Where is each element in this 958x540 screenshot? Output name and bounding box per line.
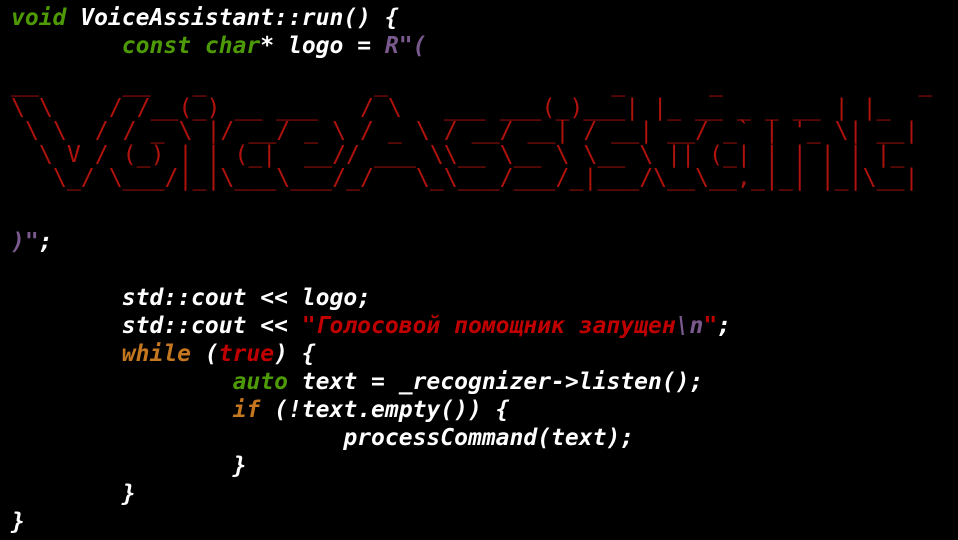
raw-string-close: )" — [11, 229, 39, 255]
code-line-while: while (true) { — [11, 340, 316, 368]
code-line-function-close: } — [11, 508, 25, 536]
closing-brace: } — [232, 453, 247, 479]
keyword-char: char — [204, 33, 261, 59]
closing-brace: } — [121, 481, 136, 507]
string-literal: "Голосовой помощник запущен — [301, 313, 676, 339]
semicolon: ; — [38, 229, 53, 255]
code-line-if-close: } — [11, 452, 247, 480]
ascii-art-banner: __ __ _ _ _ _ _ \ \ / /__(_) __ ___ / \ … — [11, 70, 933, 192]
code-line-logo-declaration: const char* logo = R"( — [11, 32, 427, 60]
semicolon: ; — [717, 313, 732, 339]
paren-open: ( — [191, 341, 219, 367]
function-signature-text: VoiceAssistant::run() { — [66, 5, 399, 31]
keyword-auto: auto — [232, 369, 288, 395]
literal-true: true — [218, 341, 275, 367]
cout-prefix: std::cout << — [121, 313, 302, 339]
raw-string-open: R"( — [384, 33, 427, 59]
code-line-cout-message: std::cout << "Голосовой помощник запущен… — [11, 312, 731, 340]
if-condition: (!text.empty()) { — [260, 397, 510, 423]
code-line-function-signature: void VoiceAssistant::run() { — [11, 4, 399, 32]
closing-brace: } — [11, 509, 25, 535]
code-line-if: if (!text.empty()) { — [11, 396, 510, 424]
escape-sequence: \n — [675, 313, 704, 339]
code-line-raw-string-close: )"; — [11, 228, 53, 256]
auto-text-statement: text = _recognizer->listen(); — [287, 369, 704, 395]
paren-close-brace: ) { — [274, 341, 316, 367]
cout-logo-text: std::cout << logo; — [121, 285, 372, 311]
code-line-process-command: processCommand(text); — [11, 424, 634, 452]
code-line-cout-logo: std::cout << logo; — [11, 284, 371, 312]
logo-declaration-text: * logo = — [260, 33, 385, 59]
keyword-if: if — [232, 397, 261, 423]
code-line-auto-text: auto text = _recognizer->listen(); — [11, 368, 704, 396]
keyword-void: void — [11, 5, 67, 31]
code-line-while-close: } — [11, 480, 136, 508]
keyword-const: const — [121, 33, 192, 59]
keyword-while: while — [121, 341, 192, 367]
string-close-quote: " — [703, 313, 718, 339]
code-editor: void VoiceAssistant::run() { const char*… — [0, 0, 958, 540]
process-command-call: processCommand(text); — [343, 425, 635, 451]
